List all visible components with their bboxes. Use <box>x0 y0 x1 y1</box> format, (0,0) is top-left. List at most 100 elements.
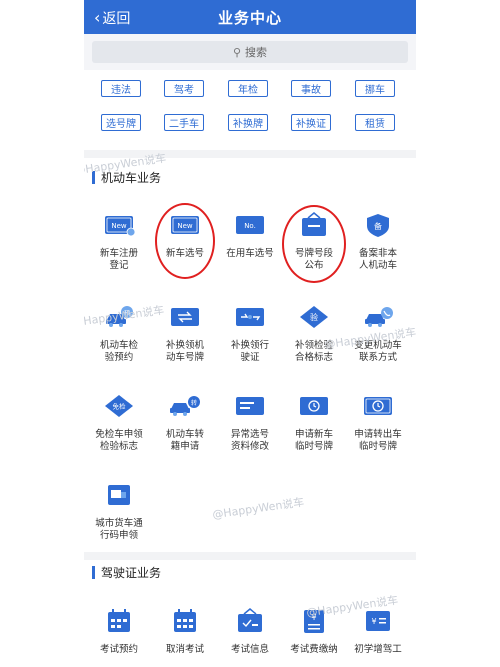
exam-info-board-icon <box>238 608 262 632</box>
tile-transfer-out-temporary-plate[interactable]: 申请转出车 临时号牌 <box>347 393 409 453</box>
tile-learner-fee-payment[interactable]: ¥ 初学增驾工 <box>347 608 409 656</box>
car-search-icon: 预 <box>106 306 133 327</box>
tile-label: 城市货车通 行码申领 <box>95 518 143 541</box>
tile-label: 补换领机 动车号牌 <box>165 340 204 363</box>
car-transfer-icon: 转 <box>170 396 200 416</box>
search-placeholder: 搜索 <box>245 46 268 59</box>
section-title-license: 驾驶证业务 <box>92 564 161 581</box>
tile-inspection-exempt-mark[interactable]: 免检 免检车申领 检验标志 <box>88 393 150 453</box>
new-plate-icon: New <box>171 216 199 234</box>
tile-replace-inspection-mark[interactable]: 验 补领检验 合格标志 <box>283 304 345 364</box>
tile-label: 考试费缴纳 <box>290 644 338 655</box>
tile-label: 机动车检 验预约 <box>99 340 138 363</box>
section-title-text: 驾驶证业务 <box>101 566 162 580</box>
tile-label: 备案非本 人机动车 <box>358 248 397 271</box>
quick-link-driving-test[interactable]: 驾考 <box>164 80 204 97</box>
quick-link-used-car[interactable]: 二手车 <box>164 114 204 131</box>
tile-replace-driving-permit[interactable]: 补换领行 驶证 <box>219 304 281 364</box>
inspection-mark-icon: 验 <box>300 306 328 328</box>
svg-text:免检: 免检 <box>113 402 127 411</box>
tile-new-car-number-selection[interactable]: New 新车选号 <box>154 212 216 260</box>
tile-new-car-registration[interactable]: New 新车注册 登记 <box>88 212 150 272</box>
temporary-plate-clock-icon <box>300 397 328 415</box>
tile-label: 异常选号 资料修改 <box>230 429 269 452</box>
tile-used-car-number-selection[interactable]: No. 在用车选号 <box>219 212 281 260</box>
tile-exam-fee-payment[interactable]: ¥ 考试费缴纳 <box>283 608 345 656</box>
page-title: 业务中心 <box>217 9 282 27</box>
quick-link-violation[interactable]: 违法 <box>101 80 141 97</box>
edit-document-icon <box>236 397 264 415</box>
tile-label: 申请转出车 临时号牌 <box>354 429 402 452</box>
record-shield-icon: 备 <box>367 214 389 237</box>
tile-plate-range-announcement[interactable]: 号牌号段 公布 <box>283 212 345 272</box>
section-divider <box>84 552 416 560</box>
tile-label: 新车注册 登记 <box>99 248 138 271</box>
tile-label: 号牌号段 公布 <box>294 248 333 271</box>
quick-link-rental[interactable]: 租赁 <box>355 114 395 131</box>
tile-label: 考试信息 <box>230 644 269 655</box>
car-phone-icon <box>365 307 393 327</box>
tile-cancel-exam[interactable]: 取消考试 <box>154 608 216 656</box>
section-accent-bar <box>92 566 95 579</box>
tile-label: 在用车选号 <box>226 248 274 259</box>
tile-new-car-temporary-plate[interactable]: 申请新车 临时号牌 <box>283 393 345 453</box>
quick-link-inspection[interactable]: 年检 <box>228 80 268 97</box>
number-plate-icon: No. <box>236 216 264 234</box>
svg-text:¥: ¥ <box>311 613 316 622</box>
tile-abnormal-selection-edit[interactable]: 异常选号 资料修改 <box>219 393 281 453</box>
business-center-app: ‹ 返回 业务中心 ⚲ 搜索 违法 驾考 年检 事故 挪车 选号牌 二手车 补换… <box>84 0 416 667</box>
svg-text:验: 验 <box>310 312 318 322</box>
svg-text:备: 备 <box>374 221 382 231</box>
svg-text:¥: ¥ <box>371 617 376 626</box>
tile-register-others-vehicle[interactable]: 备 备案非本 人机动车 <box>347 212 409 272</box>
truck-pass-icon <box>108 485 130 505</box>
section-title-text: 机动车业务 <box>101 171 162 185</box>
calendar-icon <box>174 609 196 632</box>
tile-label: 考试预约 <box>99 644 138 655</box>
temporary-plate-clock-icon <box>364 397 392 415</box>
tile-replace-vehicle-plate[interactable]: 补换领机 动车号牌 <box>154 304 216 364</box>
exchange-permit-icon <box>236 308 264 326</box>
calendar-icon <box>108 609 130 632</box>
svg-text:New: New <box>177 222 193 230</box>
svg-text:New: New <box>111 222 127 230</box>
svg-text:转: 转 <box>191 399 197 407</box>
fee-receipt-icon: ¥ <box>304 610 324 633</box>
section-title-vehicle: 机动车业务 <box>92 169 161 186</box>
tile-vehicle-transfer[interactable]: 转 机动车转 籍申请 <box>154 393 216 453</box>
watermark: @HappyWen说车 <box>211 495 305 522</box>
exempt-mark-icon: 免检 <box>105 395 133 417</box>
announcement-board-icon <box>302 212 326 236</box>
search-area: ⚲ 搜索 <box>84 34 416 70</box>
tile-exam-info[interactable]: 考试信息 <box>219 608 281 656</box>
search-icon: ⚲ <box>232 45 242 59</box>
tile-city-truck-pass[interactable]: 城市货车通 行码申领 <box>88 482 150 542</box>
section-accent-bar <box>92 171 95 184</box>
nav-bar: ‹ 返回 业务中心 <box>84 0 416 34</box>
tile-label: 申请新车 临时号牌 <box>294 429 333 452</box>
quick-link-replace-plate[interactable]: 补换牌 <box>228 114 268 131</box>
search-input[interactable]: ⚲ 搜索 <box>92 41 408 63</box>
tile-change-contact-info[interactable]: 变更机动车 联系方式 <box>347 304 409 364</box>
svg-text:预: 预 <box>124 309 130 317</box>
quick-links: 违法 驾考 年检 事故 挪车 选号牌 二手车 补换牌 补换证 租赁 <box>84 70 416 150</box>
tile-label: 新车选号 <box>165 248 204 259</box>
tile-inspection-appointment[interactable]: 预 机动车检 验预约 <box>88 304 150 364</box>
svg-text:No.: No. <box>244 222 256 230</box>
tile-label: 机动车转 籍申请 <box>165 429 204 452</box>
quick-link-select-plate[interactable]: 选号牌 <box>101 114 141 131</box>
quick-link-move-car[interactable]: 挪车 <box>355 80 395 97</box>
tile-label: 取消考试 <box>165 644 204 655</box>
fee-card-icon: ¥ <box>366 611 390 631</box>
tile-label: 初学增驾工 <box>354 644 402 655</box>
tile-label: 免检车申领 检验标志 <box>95 429 143 452</box>
tile-label: 变更机动车 联系方式 <box>354 340 402 363</box>
tile-label: 补领检验 合格标志 <box>294 340 333 363</box>
section-divider <box>84 150 416 158</box>
quick-link-accident[interactable]: 事故 <box>291 80 331 97</box>
exchange-plate-icon <box>171 308 199 326</box>
tile-label: 补换领行 驶证 <box>230 340 269 363</box>
quick-link-replace-license[interactable]: 补换证 <box>291 114 331 131</box>
tile-exam-appointment[interactable]: 考试预约 <box>88 608 150 656</box>
new-plate-icon: New <box>105 216 136 237</box>
